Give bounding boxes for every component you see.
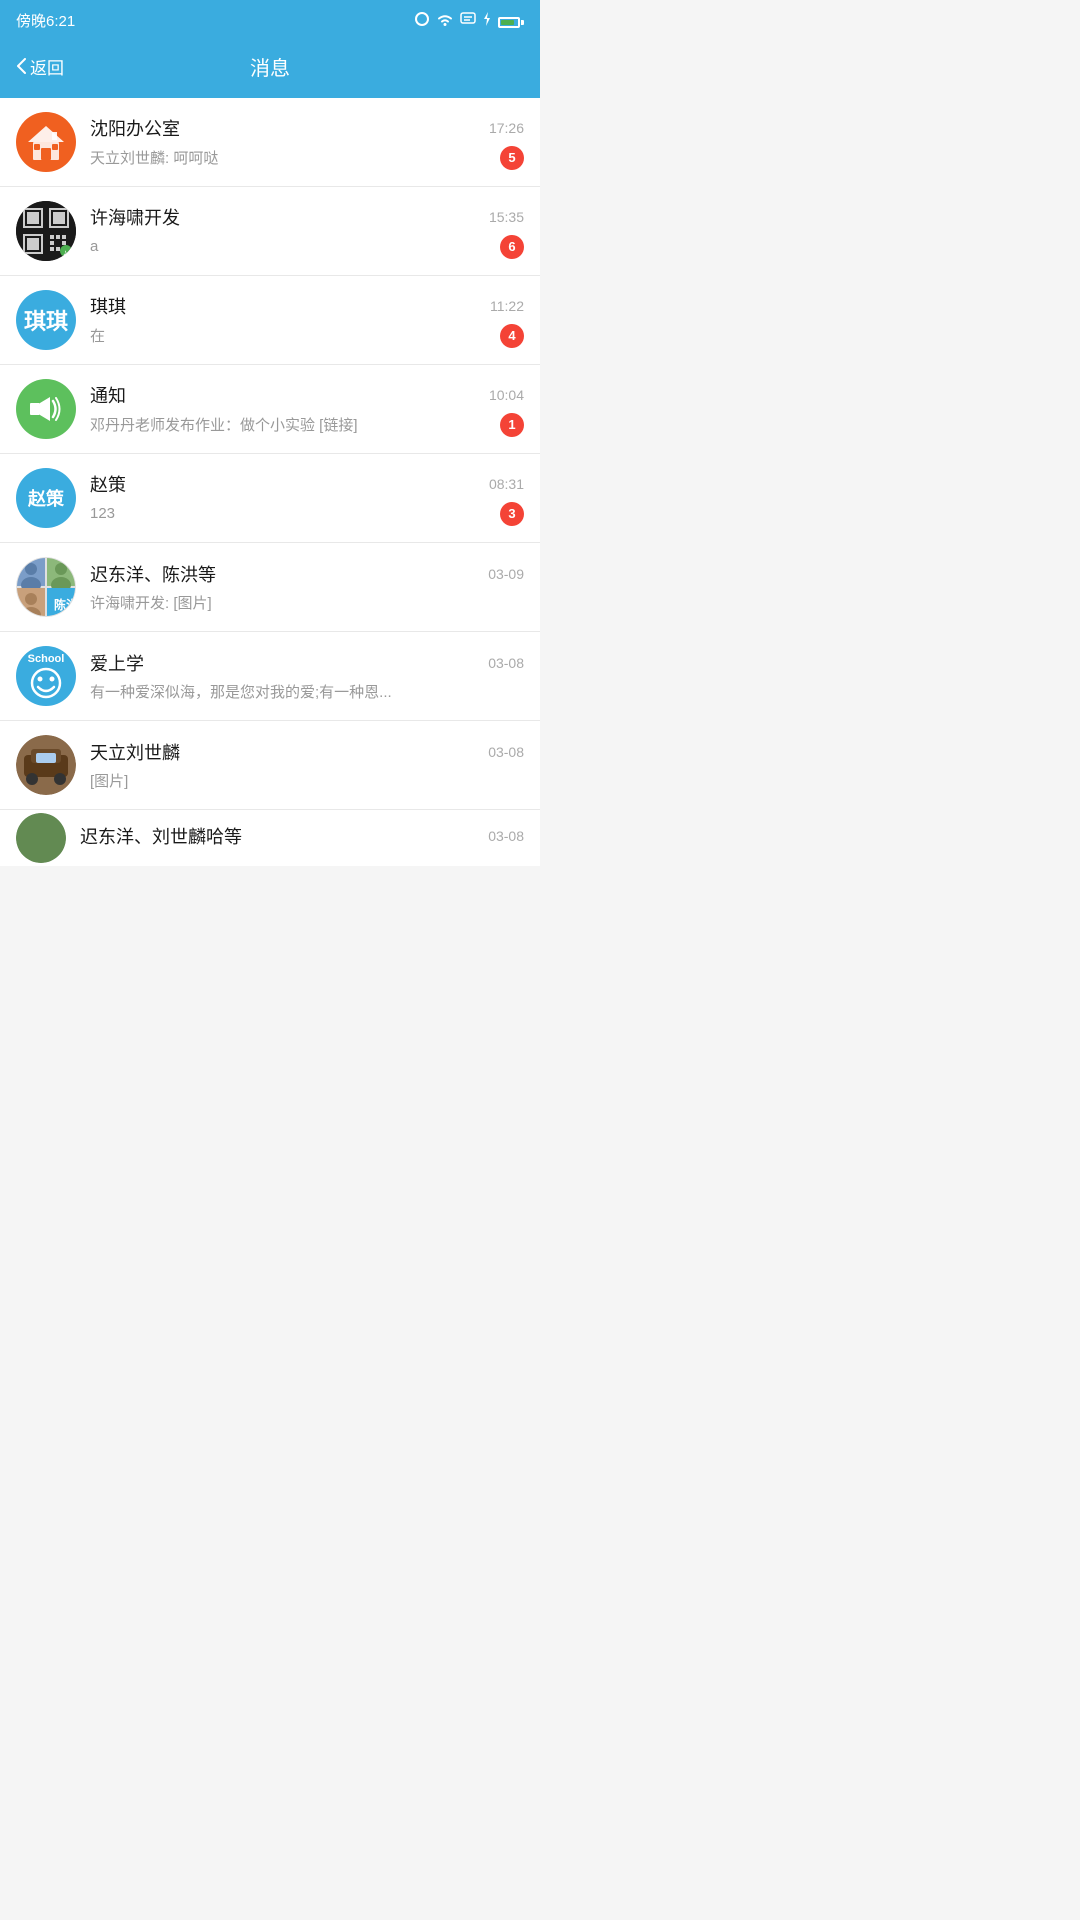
message-content: 琪琪 11:22 在 4 <box>90 293 524 348</box>
message-preview: 在 <box>90 325 490 346</box>
lightning-icon <box>482 11 492 30</box>
message-icon <box>460 12 476 29</box>
list-item[interactable]: 赵策 赵策 08:31 123 3 <box>0 454 540 543</box>
avatar: School <box>16 646 76 706</box>
back-button[interactable]: 返回 <box>16 54 64 79</box>
wifi-icon <box>436 12 454 29</box>
message-time: 03-08 <box>488 655 524 671</box>
message-time: 08:31 <box>489 476 524 492</box>
message-content: 爱上学 03-08 有一种爱深似海，那是您对我的爱;有一种恩... <box>90 650 524 702</box>
list-item[interactable]: School 爱上学 03-08 有一种爱深似海，那是您对我的爱;有一种恩... <box>0 632 540 721</box>
message-content: 沈阳办公室 17:26 天立刘世麟: 呵呵哒 5 <box>90 115 524 170</box>
contact-name: 沈阳办公室 <box>90 115 180 141</box>
avatar <box>16 379 76 439</box>
list-item[interactable]: ♪ 许海啸开发 15:35 a 6 <box>0 187 540 276</box>
avatar <box>16 112 76 172</box>
avatar: 琪琪 <box>16 290 76 350</box>
unread-badge: 1 <box>500 413 524 437</box>
avatar <box>16 735 76 795</box>
message-time: 15:35 <box>489 209 524 225</box>
contact-name: 赵策 <box>90 471 126 497</box>
message-content: 天立刘世麟 03-08 [图片] <box>90 739 524 791</box>
message-content: 许海啸开发 15:35 a 6 <box>90 204 524 259</box>
message-time: 03-08 <box>488 828 524 844</box>
unread-badge: 3 <box>500 502 524 526</box>
avatar: 赵策 <box>16 468 76 528</box>
message-time: 03-08 <box>488 744 524 760</box>
avatar: 陈洪 <box>16 557 76 617</box>
message-preview: 许海啸开发: [图片] <box>90 592 524 613</box>
message-preview: a <box>90 238 490 255</box>
message-preview: 123 <box>90 505 490 522</box>
back-label: 返回 <box>30 54 64 79</box>
page-title: 消息 <box>250 52 290 81</box>
status-time: 傍晚6:21 <box>16 10 75 31</box>
message-time: 03-09 <box>488 566 524 582</box>
list-item[interactable]: 陈洪 迟东洋、陈洪等 03-09 许海啸开发: [图片] <box>0 543 540 632</box>
avatar <box>16 813 66 863</box>
status-icons <box>414 11 524 30</box>
message-preview: 邓丹丹老师发布作业：做个小实验 [链接] <box>90 414 490 435</box>
svg-text:♪: ♪ <box>63 248 67 257</box>
message-content: 赵策 08:31 123 3 <box>90 471 524 526</box>
message-time: 11:22 <box>490 298 524 314</box>
battery-icon <box>498 13 524 28</box>
list-item[interactable]: 通知 10:04 邓丹丹老师发布作业：做个小实验 [链接] 1 <box>0 365 540 454</box>
unread-badge: 6 <box>500 235 524 259</box>
message-content: 通知 10:04 邓丹丹老师发布作业：做个小实验 [链接] 1 <box>90 382 524 437</box>
contact-name: 爱上学 <box>90 650 144 676</box>
contact-name: 天立刘世麟 <box>90 739 180 765</box>
list-item[interactable]: 沈阳办公室 17:26 天立刘世麟: 呵呵哒 5 <box>0 98 540 187</box>
contact-name: 琪琪 <box>90 293 126 319</box>
status-bar: 傍晚6:21 <box>0 0 540 40</box>
header: 返回 消息 <box>0 40 540 98</box>
message-time: 17:26 <box>489 120 524 136</box>
unread-badge: 5 <box>500 146 524 170</box>
message-time: 10:04 <box>489 387 524 403</box>
message-preview: [图片] <box>90 770 524 791</box>
list-item[interactable]: 迟东洋、刘世麟哈等 03-08 <box>0 810 540 866</box>
message-list: 沈阳办公室 17:26 天立刘世麟: 呵呵哒 5 <box>0 98 540 866</box>
avatar: ♪ <box>16 201 76 261</box>
circle-status-icon <box>414 11 430 30</box>
contact-name: 通知 <box>90 382 126 408</box>
contact-name: 迟东洋、陈洪等 <box>90 561 216 587</box>
contact-name: 许海啸开发 <box>90 204 180 230</box>
unread-badge: 4 <box>500 324 524 348</box>
message-content: 迟东洋、刘世麟哈等 03-08 <box>80 823 524 854</box>
message-content: 迟东洋、陈洪等 03-09 许海啸开发: [图片] <box>90 561 524 613</box>
message-preview: 有一种爱深似海，那是您对我的爱;有一种恩... <box>90 681 524 702</box>
list-item[interactable]: 天立刘世麟 03-08 [图片] <box>0 721 540 810</box>
contact-name: 迟东洋、刘世麟哈等 <box>80 823 242 849</box>
message-preview: 天立刘世麟: 呵呵哒 <box>90 147 490 168</box>
list-item[interactable]: 琪琪 琪琪 11:22 在 4 <box>0 276 540 365</box>
